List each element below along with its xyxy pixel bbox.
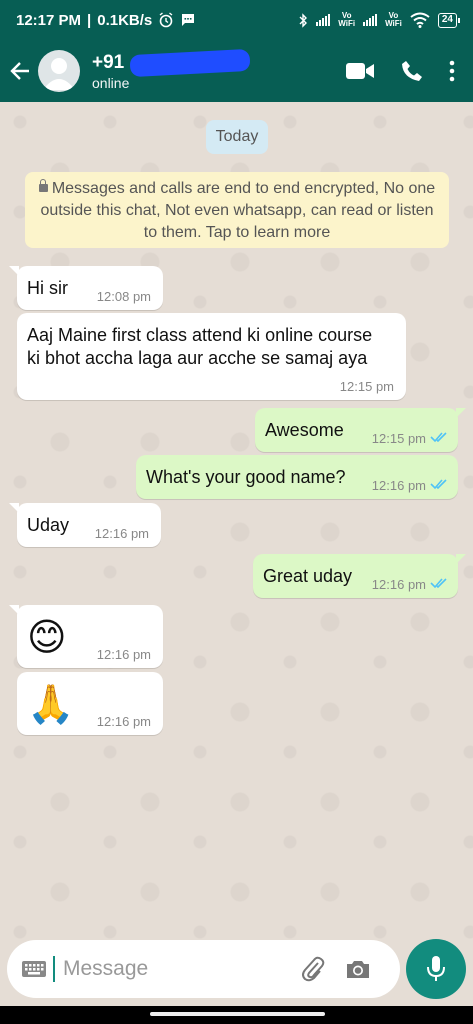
message-bubble-incoming[interactable]: Uday 12:16 pm (9, 503, 161, 547)
message-text: Hi sir (27, 278, 68, 298)
chat-header: +91 online (0, 40, 473, 102)
message-text: Uday (27, 515, 70, 535)
status-separator: | (87, 11, 92, 29)
battery-icon: 24 (437, 12, 461, 28)
contact-name: +91 (92, 51, 125, 73)
message-bubble-outgoing[interactable]: What's your good name? 12:16 pm (136, 455, 458, 499)
network-speed: 0.1KB/s (97, 11, 153, 29)
date-chip: Today (206, 120, 268, 154)
message-text: Awesome (265, 420, 344, 440)
message-icon (182, 14, 195, 26)
message-text: What's your good name? (146, 467, 346, 487)
home-gesture-pill[interactable] (150, 1012, 325, 1016)
message-bubble-incoming[interactable]: 🙏 12:16 pm (17, 672, 163, 735)
status-left: 12:17 PM | 0.1KB/s (16, 12, 196, 29)
status-time: 12:17 PM (16, 11, 82, 29)
message-bubble-incoming[interactable]: 😊 12:16 pm (9, 605, 163, 668)
alarm-icon (159, 12, 173, 28)
status-bar: 12:17 PM | 0.1KB/s Vo WiFi Vo WiFi 24 (0, 0, 473, 40)
bluetooth-icon (299, 12, 308, 28)
signal-icon (316, 14, 331, 26)
signal-icon-2 (363, 14, 378, 26)
read-receipt-icon (430, 578, 447, 589)
more-options-icon[interactable] (449, 60, 455, 82)
vowifi-icon-2: Vo WiFi (385, 12, 402, 28)
message-time: 12:16 pm (96, 647, 151, 662)
contact-name-row: +91 (92, 48, 251, 77)
message-time: 12:16 pm (371, 577, 426, 592)
message-bubble-incoming[interactable]: Hi sir 12:08 pm (9, 266, 163, 310)
message-bubble-incoming[interactable]: Aaj Maine first class attend ki online c… (17, 313, 406, 400)
vowifi-label-wifi-2: WiFi (385, 19, 402, 28)
phone-icon[interactable] (401, 60, 423, 82)
attach-icon[interactable] (301, 956, 325, 982)
keyboard-icon[interactable] (21, 960, 47, 978)
emoji-folded-hands: 🙏 (27, 684, 75, 726)
emoji-smiling-face: 😊 (27, 617, 67, 659)
message-bubble-outgoing[interactable]: Great uday 12:16 pm (253, 554, 466, 598)
header-actions (345, 60, 455, 82)
mic-icon (427, 956, 445, 981)
back-button[interactable] (2, 40, 38, 102)
lock-icon (38, 179, 48, 192)
contact-info[interactable]: +91 online (92, 48, 251, 91)
avatar[interactable] (38, 50, 80, 92)
battery-level: 24 (441, 13, 453, 25)
encryption-text: Messages and calls are end to end encryp… (40, 180, 436, 241)
system-navigation-bar (0, 1006, 473, 1024)
text-caret (53, 956, 55, 982)
message-composer (7, 940, 400, 998)
vowifi-label-wifi: WiFi (338, 19, 356, 28)
message-text: Aaj Maine first class attend ki online c… (27, 325, 373, 368)
message-text: Great uday (263, 566, 353, 586)
chat-area[interactable]: Today Messages and calls are end to end … (0, 102, 473, 1006)
mic-button[interactable] (406, 939, 466, 999)
redacted-number (129, 48, 251, 77)
status-right: Vo WiFi Vo WiFi 24 (298, 12, 461, 28)
encryption-notice[interactable]: Messages and calls are end to end encryp… (25, 172, 449, 248)
message-time: 12:16 pm (96, 714, 151, 729)
read-receipt-icon (430, 432, 447, 443)
message-time: 12:16 pm (371, 478, 426, 493)
message-time: 12:16 pm (94, 526, 149, 541)
read-receipt-icon (430, 479, 447, 490)
vowifi-icon: Vo WiFi (338, 12, 355, 28)
message-time: 12:15 pm (339, 379, 394, 394)
message-time: 12:15 pm (371, 431, 426, 446)
back-arrow-icon (10, 62, 29, 80)
wifi-icon (410, 12, 430, 28)
message-time: 12:08 pm (96, 289, 151, 304)
camera-icon[interactable] (345, 958, 371, 980)
contact-status: online (92, 74, 130, 91)
video-call-icon[interactable] (345, 61, 375, 81)
message-input[interactable] (63, 957, 293, 981)
message-bubble-outgoing[interactable]: Awesome 12:15 pm (255, 408, 466, 452)
default-avatar-icon (43, 58, 75, 90)
